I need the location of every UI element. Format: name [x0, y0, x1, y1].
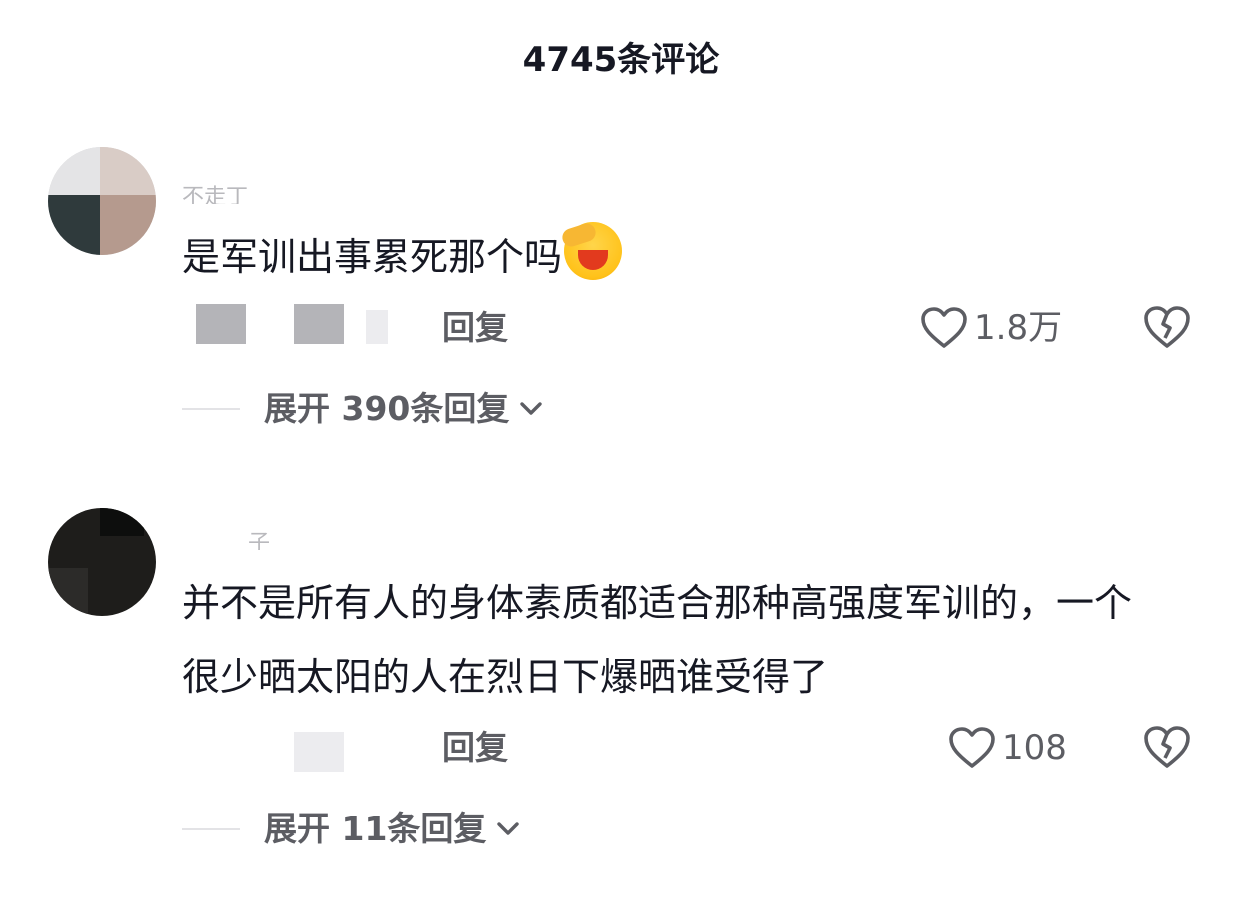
comment-meta-row: 回复 1.8万: [182, 304, 1202, 352]
comments-count-title: 4745条评论: [522, 40, 720, 80]
expand-replies-button[interactable]: 展开 390条回复: [182, 387, 543, 431]
blurred-location: [294, 304, 344, 344]
avatar[interactable]: [48, 147, 156, 255]
reply-button[interactable]: 回复: [442, 724, 508, 772]
crying-laughing-emoji-icon: [560, 221, 623, 280]
dislike-button[interactable]: [1142, 724, 1192, 772]
broken-heart-icon: [1144, 306, 1190, 348]
like-count: 1.8万: [974, 308, 1063, 348]
divider: [182, 408, 240, 410]
heart-outline-icon: [921, 307, 967, 348]
broken-heart-icon: [1144, 726, 1190, 768]
blurred-location-tail: [366, 310, 388, 344]
chevron-down-icon: [497, 822, 520, 835]
avatar[interactable]: [48, 508, 156, 616]
comment-text: 并不是所有人的身体素质都适合那种高强度军训的，一个很少晒太阳的人在烈日下爆晒谁受…: [182, 581, 1133, 699]
expand-replies-label: 展开 11条回复: [264, 809, 487, 848]
blurred-date: [196, 304, 246, 344]
reply-button[interactable]: 回复: [442, 304, 508, 352]
heart-outline-icon: [949, 727, 995, 768]
expand-replies-label: 展开 390条回复: [264, 389, 510, 428]
comment-meta-row: 回复 108: [182, 724, 1202, 772]
expand-replies-button[interactable]: 展开 11条回复: [182, 807, 520, 851]
dislike-button[interactable]: [1142, 304, 1192, 352]
like-count: 108: [1002, 728, 1067, 768]
comment-username[interactable]: 不走丁: [182, 178, 248, 204]
blurred-location: [294, 732, 344, 772]
chevron-down-icon: [520, 402, 543, 415]
comment-text: 是军训出事累死那个吗: [182, 220, 1162, 294]
like-button[interactable]: 108: [948, 724, 1067, 772]
comment-username[interactable]: 子: [182, 524, 270, 550]
comment-text-content: 是军训出事累死那个吗: [182, 235, 563, 279]
divider: [182, 828, 240, 830]
like-button[interactable]: 1.8万: [920, 304, 1062, 352]
